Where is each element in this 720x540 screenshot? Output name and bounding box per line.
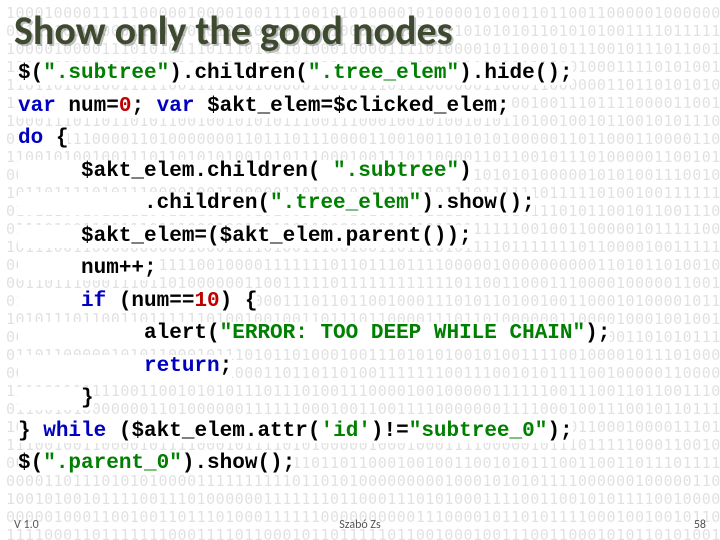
code-line: } while ($akt_elem.attr('id')!="subtree_…: [18, 416, 610, 449]
code-line: $akt_elem.children( ".subtree"): [18, 156, 610, 189]
code-line: $(".parent_0").show();: [18, 448, 610, 481]
code-line: }: [18, 383, 610, 416]
code-line: return;: [18, 351, 610, 384]
slide-title: Show only the good nodes: [14, 6, 453, 55]
code-line: if (num==10) {: [18, 286, 610, 319]
code-block: $(".subtree").children(".tree_elem").hid…: [18, 58, 610, 481]
footer-page-number: 58: [694, 518, 706, 532]
code-line: alert("ERROR: TOO DEEP WHILE CHAIN");: [18, 318, 610, 351]
code-line: var num=0; var $akt_elem=$clicked_elem;: [18, 91, 610, 124]
slide: 1000100001111100000100001001111001010100…: [0, 0, 720, 540]
code-line: $akt_elem=($akt_elem.parent());: [18, 221, 610, 254]
code-line: $(".subtree").children(".tree_elem").hid…: [18, 58, 610, 91]
code-line: .children(".tree_elem").show();: [18, 188, 610, 221]
code-line: num++;: [18, 253, 610, 286]
footer-author: Szabó Zs: [0, 518, 720, 532]
code-line: do {: [18, 123, 610, 156]
